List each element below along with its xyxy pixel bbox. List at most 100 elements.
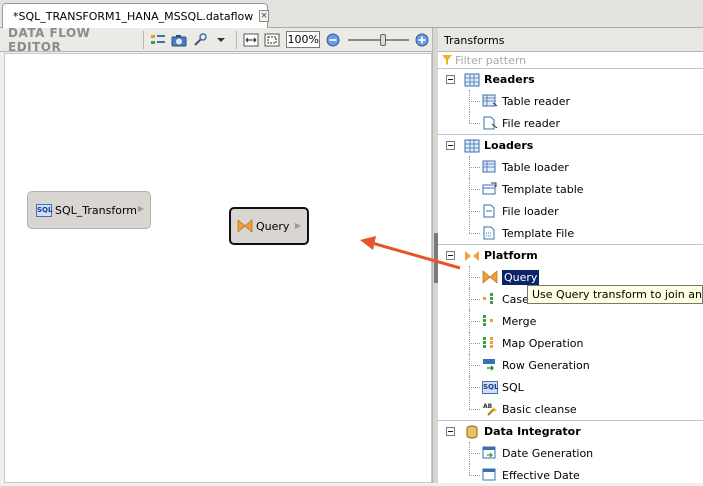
zoom-level-field[interactable]: 100% — [286, 31, 321, 48]
item-label: Row Generation — [502, 358, 590, 372]
transform-item[interactable]: SQL SQL — [438, 376, 703, 398]
transform-item[interactable]: Row Generation — [438, 354, 703, 376]
item-label: File loader — [502, 204, 559, 218]
group-label: Readers — [484, 73, 535, 86]
group-label: Platform — [484, 249, 538, 262]
item-label: Effective Date — [502, 468, 580, 482]
screenshot-button[interactable] — [169, 31, 188, 49]
query-icon — [482, 270, 498, 284]
transform-item[interactable]: Template File — [438, 222, 703, 244]
group-readers: − Readers Table reader File reader — [438, 68, 703, 134]
output-port-icon[interactable]: ▶ — [295, 221, 301, 230]
zoom-out-button[interactable] — [323, 31, 342, 49]
group-loaders: − Loaders Table loader Template table Fi… — [438, 134, 703, 244]
tab-title: *SQL_TRANSFORM1_HANA_MSSQL.dataflow — [13, 9, 254, 23]
item-label: Case — [502, 292, 529, 306]
tab-close-icon[interactable]: × — [259, 10, 269, 22]
item-label: Table reader — [502, 94, 571, 108]
transform-item[interactable]: Table loader — [438, 156, 703, 178]
sql-icon: SQL — [482, 380, 498, 394]
collapse-icon[interactable]: − — [446, 141, 455, 150]
query-node[interactable]: Query ▶ — [229, 207, 309, 245]
item-label: Query — [502, 269, 540, 285]
fit-width-button[interactable] — [241, 31, 260, 49]
date-generation-icon — [482, 446, 496, 459]
item-label: Table loader — [502, 160, 569, 174]
svg-text:AB: AB — [483, 403, 493, 410]
basic-cleanse-icon: AB — [483, 403, 497, 416]
collapse-icon[interactable]: − — [446, 75, 455, 84]
chevron-down-icon — [216, 37, 225, 42]
case-icon — [483, 293, 493, 304]
toolbar-separator — [143, 30, 145, 49]
tools-dropdown[interactable] — [211, 31, 230, 49]
group-header-data-integrator[interactable]: − Data Integrator — [438, 420, 703, 442]
transform-item[interactable]: Date Generation — [438, 442, 703, 464]
zoom-out-icon — [326, 33, 340, 46]
drag-arrow — [360, 236, 461, 270]
merge-icon — [483, 315, 493, 326]
filter-placeholder: Filter pattern — [455, 53, 527, 67]
collapse-icon[interactable]: − — [446, 427, 455, 436]
filter-icon — [442, 55, 452, 65]
transform-item[interactable]: Merge — [438, 310, 703, 332]
table-loader-icon — [482, 160, 496, 173]
zoom-in-icon — [415, 33, 429, 46]
transform-item[interactable]: Table reader — [438, 90, 703, 112]
group-data-integrator: − Data Integrator Date Generation Effect… — [438, 420, 703, 486]
query-icon — [237, 219, 253, 233]
group-header-platform[interactable]: − Platform — [438, 244, 703, 266]
group-label: Data Integrator — [484, 425, 581, 438]
file-reader-icon — [483, 116, 498, 130]
fit-page-button[interactable] — [262, 31, 281, 49]
table-reader-icon — [482, 94, 498, 107]
sql-icon: SQL — [36, 203, 52, 217]
transform-item[interactable]: File loader — [438, 200, 703, 222]
filter-field[interactable]: Filter pattern — [438, 52, 703, 68]
camera-icon — [171, 34, 187, 46]
zoom-slider-track — [348, 38, 409, 41]
tools-button[interactable] — [190, 31, 209, 49]
item-label: Template File — [502, 226, 575, 240]
node-label: SQL_Transform — [55, 203, 137, 217]
editor-tab-strip: *SQL_TRANSFORM1_HANA_MSSQL.dataflow × — [0, 0, 703, 28]
transform-item[interactable]: Map Operation — [438, 332, 703, 354]
template-file-icon — [483, 226, 495, 240]
item-label: SQL — [502, 380, 524, 394]
show-properties-button[interactable] — [148, 31, 167, 49]
template-table-icon — [482, 182, 497, 195]
group-platform: − Platform Query Case Merge Map Operatio… — [438, 244, 703, 420]
fit-page-icon — [264, 33, 280, 46]
properties-icon — [150, 34, 165, 44]
row-generation-icon — [483, 359, 495, 371]
zoom-in-button[interactable] — [413, 31, 432, 49]
zoom-slider[interactable] — [346, 31, 411, 49]
item-label: File reader — [502, 116, 560, 130]
transform-item[interactable]: AB Basic cleanse — [438, 398, 703, 420]
sql-transform-node[interactable]: SQL SQL_Transform ▶ — [27, 191, 151, 229]
group-header-loaders[interactable]: − Loaders — [438, 134, 703, 156]
zoom-slider-thumb[interactable] — [380, 33, 387, 46]
item-label: Template table — [502, 182, 584, 196]
wrench-icon — [193, 32, 207, 46]
editor-title: DATA FLOW EDITOR — [8, 25, 91, 54]
panel-title: Transforms — [438, 28, 703, 52]
item-label: Date Generation — [502, 446, 594, 460]
transforms-panel: Transforms Filter pattern − Readers Tabl… — [438, 28, 703, 483]
transform-item[interactable]: File reader — [438, 112, 703, 134]
loaders-icon — [464, 139, 480, 152]
data-integrator-icon — [466, 425, 478, 438]
query-tooltip: Use Query transform to join and filt — [527, 285, 703, 304]
readers-icon — [464, 73, 480, 86]
platform-icon — [465, 250, 479, 261]
dataflow-tab[interactable]: *SQL_TRANSFORM1_HANA_MSSQL.dataflow × — [2, 3, 269, 28]
transform-item[interactable]: Template table — [438, 178, 703, 200]
item-label: Basic cleanse — [502, 402, 577, 416]
toolbar-separator — [236, 30, 238, 49]
fit-width-icon — [243, 33, 259, 46]
node-label: Query — [256, 219, 290, 233]
item-label: Merge — [502, 314, 537, 328]
item-label: Map Operation — [502, 336, 584, 350]
output-port-icon[interactable]: ▶ — [138, 204, 144, 213]
group-header-readers[interactable]: − Readers — [438, 68, 703, 90]
